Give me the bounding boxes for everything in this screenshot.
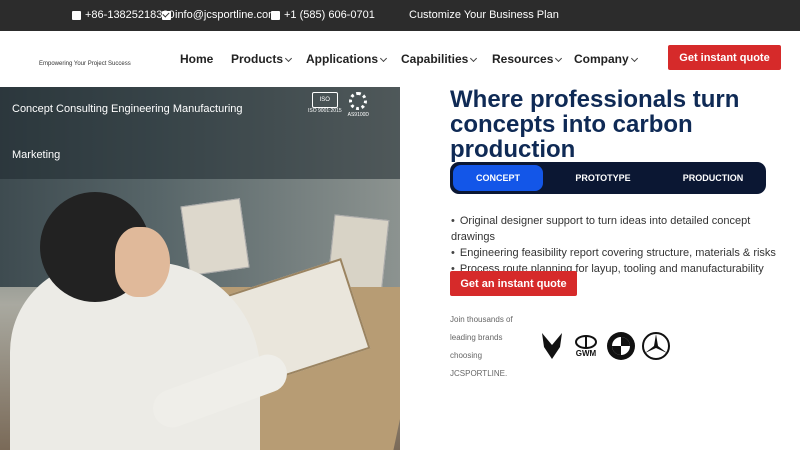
phone-number-us: +1 (585) 606-0701 <box>284 9 375 21</box>
chevron-down-icon <box>470 54 478 63</box>
brand-logos: GWM <box>538 331 671 361</box>
chevron-down-icon <box>630 54 638 63</box>
mail-icon <box>162 10 171 20</box>
list-item: Original designer support to turn ideas … <box>451 213 796 245</box>
lamborghini-icon <box>538 332 566 360</box>
stage-tabs: CONCEPT PROTOTYPE PRODUCTION <box>450 162 766 194</box>
nav-company[interactable]: Company <box>574 52 638 66</box>
hero-photo: Concept Consulting Engineering Manufactu… <box>0 87 400 450</box>
get-instant-quote-button-main[interactable]: Get an instant quote <box>450 271 577 296</box>
phone-icon <box>271 10 280 20</box>
hero-caption-services: Concept Consulting Engineering Manufactu… <box>12 103 243 115</box>
email-address: info@jcsportline.com <box>175 9 278 21</box>
hero-headline: Where professionals turn concepts into c… <box>450 86 740 163</box>
list-item: Engineering feasibility report covering … <box>451 245 796 261</box>
bmw-icon <box>606 331 636 361</box>
nav-products[interactable]: Products <box>231 52 293 66</box>
trusted-brands-text: Join thousands of leading brands choosin… <box>450 315 513 378</box>
nav-resources[interactable]: Resources <box>492 52 563 66</box>
nav-capabilities[interactable]: Capabilities <box>401 52 478 66</box>
nav-home[interactable]: Home <box>180 52 213 66</box>
phone-icon <box>72 10 81 20</box>
hero-content: Where professionals turn concepts into c… <box>400 87 800 450</box>
mercedes-icon <box>641 331 671 361</box>
iso-badge: ISO ISO 9001:2015 <box>308 92 342 114</box>
hero-caption-marketing: Marketing <box>12 149 61 161</box>
wall-sketch <box>180 198 250 276</box>
nav-products-label: Products <box>231 52 284 66</box>
main-nav: Empowering Your Project Success Home Pro… <box>0 31 800 87</box>
nav-applications-label: Applications <box>306 52 379 66</box>
gear-icon <box>349 92 368 110</box>
nav-applications[interactable]: Applications <box>306 52 388 66</box>
get-instant-quote-button[interactable]: Get instant quote <box>668 45 781 70</box>
tab-production[interactable]: PRODUCTION <box>668 165 758 191</box>
chevron-down-icon <box>555 54 563 63</box>
business-plan-link[interactable]: Customize Your Business Plan <box>409 9 559 21</box>
tab-concept[interactable]: CONCEPT <box>453 165 543 191</box>
phone-contact[interactable]: +86-13825218330 <box>72 9 175 21</box>
gwm-logo-text: GWM <box>575 348 597 358</box>
nav-capabilities-label: Capabilities <box>401 52 469 66</box>
as9100-badge: AS9100D <box>348 92 369 118</box>
certification-badges: ISO ISO 9001:2015 AS9100D <box>308 92 369 118</box>
logo-tagline[interactable]: Empowering Your Project Success <box>39 61 131 67</box>
tab-prototype[interactable]: PROTOTYPE <box>558 165 648 191</box>
phone-contact-us[interactable]: +1 (585) 606-0701 <box>271 9 375 21</box>
iso-certificate-icon: ISO <box>311 92 338 108</box>
email-contact[interactable]: info@jcsportline.com <box>162 9 277 21</box>
as9100-badge-label: AS9100D <box>347 112 370 118</box>
designer-face <box>115 227 170 297</box>
chevron-down-icon <box>284 54 293 63</box>
top-bar: +86-13825218330 info@jcsportline.com +1 … <box>0 0 800 31</box>
concept-features-list: Original designer support to turn ideas … <box>451 213 796 277</box>
nav-home-label: Home <box>180 52 214 66</box>
nav-company-label: Company <box>574 52 629 66</box>
iso-badge-label: ISO 9001:2015 <box>308 108 342 114</box>
nav-resources-label: Resources <box>492 52 554 66</box>
gwm-icon: GWM <box>571 332 601 360</box>
chevron-down-icon <box>379 54 388 63</box>
